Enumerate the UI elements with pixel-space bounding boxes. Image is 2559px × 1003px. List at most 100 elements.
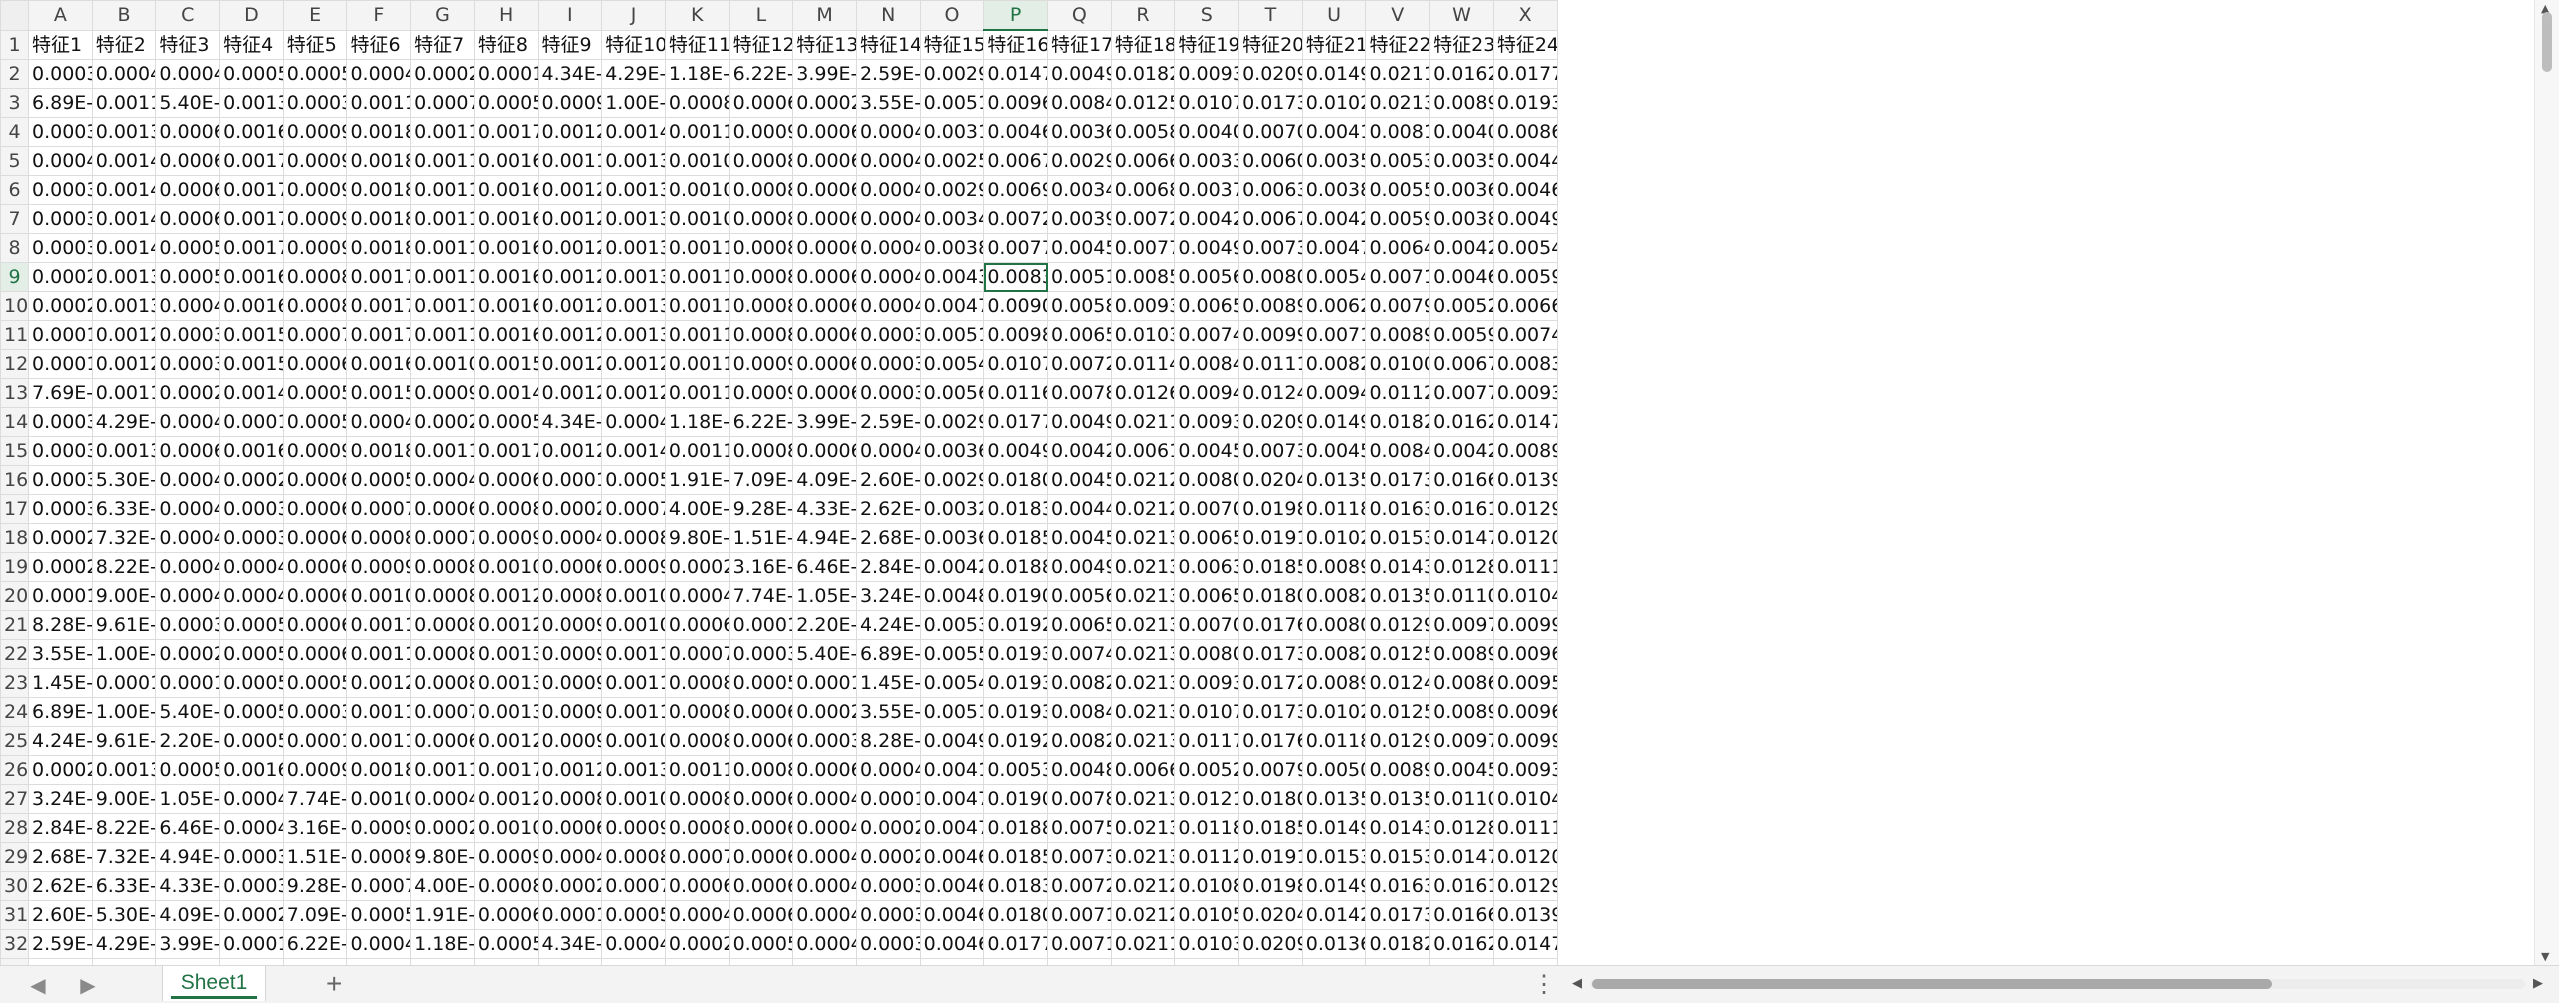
data-cell[interactable]: 0.001658 (473, 262, 539, 292)
data-cell[interactable]: 0.003684 (919, 523, 985, 553)
feature-header-cell[interactable]: 特征15 (919, 29, 985, 60)
data-cell[interactable]: 0.018031 (983, 465, 1048, 495)
data-cell[interactable]: 0.000778 (410, 697, 475, 727)
data-cell[interactable]: 0.001434 (219, 378, 284, 408)
data-cell[interactable]: 0.018317 (983, 871, 1048, 901)
data-cell[interactable]: 0.000859 (664, 88, 730, 118)
data-cell[interactable]: 0.0018 (346, 233, 412, 263)
data-cell[interactable]: 0.001217 (537, 117, 603, 147)
data-cell[interactable]: 0.012847 (1429, 552, 1494, 582)
data-cell[interactable]: 0.00047 (155, 523, 221, 553)
data-cell[interactable]: 0.006606 (1110, 146, 1176, 176)
feature-header-cell[interactable]: 特征21 (1301, 29, 1367, 60)
data-cell[interactable]: 0.014983 (1301, 871, 1367, 901)
data-cell[interactable]: 0.003895 (1429, 204, 1494, 234)
column-header-e[interactable]: E (282, 0, 348, 31)
data-cell[interactable]: 0.000862 (410, 610, 475, 640)
column-header-s[interactable]: S (1174, 0, 1240, 31)
data-cell[interactable]: 0.000845 (346, 842, 412, 872)
data-cell[interactable]: 0.005549 (1365, 175, 1431, 205)
data-cell[interactable]: 0.000891 (728, 146, 794, 176)
data-cell[interactable]: 0.000641 (410, 726, 475, 756)
data-cell[interactable]: 0.004644 (1429, 262, 1494, 292)
data-cell[interactable]: 0.000677 (282, 581, 348, 611)
data-cell[interactable]: 0.006753 (1429, 349, 1494, 379)
data-cell[interactable]: 0.001122 (664, 755, 730, 785)
data-cell[interactable]: 0.021272 (1110, 494, 1176, 524)
data-cell[interactable]: 0.001286 (601, 349, 666, 379)
data-cell[interactable]: 0.000352 (792, 726, 857, 756)
data-cell[interactable]: 0.001706 (346, 320, 412, 350)
data-cell[interactable]: 0.010802 (1174, 871, 1240, 901)
data-cell[interactable]: 0.014753 (1429, 523, 1494, 553)
data-cell[interactable]: 0.003403 (919, 204, 985, 234)
data-cell[interactable]: 5.40E-05 (792, 639, 857, 669)
data-cell[interactable]: 4.24E-06 (855, 610, 921, 640)
data-cell[interactable]: 0.009055 (983, 291, 1048, 321)
data-cell[interactable]: 0.000886 (728, 755, 794, 785)
data-cell[interactable]: 0.004962 (1492, 204, 1558, 234)
data-cell[interactable]: 0.001643 (219, 291, 284, 321)
data-cell[interactable]: 0.011683 (983, 378, 1048, 408)
data-cell[interactable]: 0.000611 (792, 233, 857, 263)
data-cell[interactable]: 0.006521 (1174, 581, 1240, 611)
data-cell[interactable]: 1.18E-05 (664, 407, 730, 437)
column-header-k[interactable]: K (664, 0, 730, 31)
data-cell[interactable]: 0.000395 (855, 349, 921, 379)
data-cell[interactable]: 6.89E-06 (28, 88, 93, 118)
data-cell[interactable]: 0.000641 (664, 610, 730, 640)
data-cell[interactable]: 0.004797 (919, 784, 985, 814)
feature-header-cell[interactable]: 特征12 (728, 29, 794, 60)
horizontal-scrollbar[interactable]: ◀ ▶ (1570, 972, 2545, 996)
data-cell[interactable]: 0.000924 (601, 813, 666, 843)
data-cell[interactable]: 0.000453 (346, 59, 412, 89)
data-cell[interactable]: 0.021353 (1110, 784, 1176, 814)
data-cell[interactable]: 0.001839 (346, 436, 412, 466)
data-cell[interactable]: 0.001201 (473, 581, 539, 611)
feature-header-cell[interactable]: 特征17 (1047, 29, 1112, 60)
data-cell[interactable]: 7.32E-05 (91, 523, 157, 553)
data-cell[interactable]: 0.004554 (1301, 436, 1367, 466)
data-cell[interactable]: 0.001009 (601, 581, 666, 611)
data-cell[interactable]: 0.000514 (219, 726, 284, 756)
data-cell[interactable]: 0.007955 (1365, 291, 1431, 321)
data-cell[interactable]: 0.000106 (537, 465, 603, 495)
data-cell[interactable]: 0.000485 (601, 407, 666, 437)
data-cell[interactable]: 0.01737 (1238, 697, 1303, 727)
data-cell[interactable]: 0.000924 (282, 146, 348, 176)
data-cell[interactable]: 0.000106 (537, 900, 603, 930)
data-cell[interactable]: 0.008424 (1365, 436, 1431, 466)
data-cell[interactable]: 0.020959 (1238, 59, 1303, 89)
data-cell[interactable]: 0.001326 (473, 639, 539, 669)
data-cell[interactable]: 0.001472 (91, 175, 157, 205)
data-cell[interactable]: 0.001128 (664, 262, 730, 292)
data-cell[interactable]: 0.004315 (919, 262, 985, 292)
data-cell[interactable]: 0.001099 (664, 146, 730, 176)
column-header-o[interactable]: O (919, 0, 985, 31)
data-cell[interactable]: 0.000229 (664, 929, 730, 959)
data-cell[interactable]: 0.003591 (1301, 146, 1367, 176)
data-cell[interactable]: 0.001396 (601, 175, 666, 205)
data-cell[interactable]: 0.00047 (537, 523, 603, 553)
data-cell[interactable]: 0.000229 (664, 552, 730, 582)
data-cell[interactable]: 0.001118 (664, 436, 730, 466)
data-cell[interactable]: 0.000667 (282, 349, 348, 379)
data-cell[interactable]: 0.005969 (1492, 262, 1558, 292)
data-cell[interactable]: 0.001676 (219, 755, 284, 785)
data-cell[interactable]: 0.007748 (983, 233, 1048, 263)
row-header[interactable]: 30 (0, 871, 29, 901)
data-cell[interactable]: 0.000429 (855, 146, 921, 176)
row-header[interactable]: 3 (0, 88, 29, 118)
data-cell[interactable]: 0.021144 (1110, 929, 1176, 959)
data-cell[interactable]: 3.99E-06 (792, 59, 857, 89)
data-cell[interactable]: 0.018291 (1110, 59, 1176, 89)
data-cell[interactable]: 0.003183 (919, 117, 985, 147)
data-cell[interactable]: 0.016669 (1429, 900, 1494, 930)
data-cell[interactable]: 0.000434 (664, 581, 730, 611)
data-cell[interactable]: 0.007274 (983, 204, 1048, 234)
data-cell[interactable]: 0.000712 (346, 494, 412, 524)
data-cell[interactable]: 0.004726 (919, 813, 985, 843)
data-cell[interactable]: 0.000551 (473, 407, 539, 437)
data-cell[interactable]: 0.000614 (282, 465, 348, 495)
data-cell[interactable]: 0.001105 (601, 697, 666, 727)
